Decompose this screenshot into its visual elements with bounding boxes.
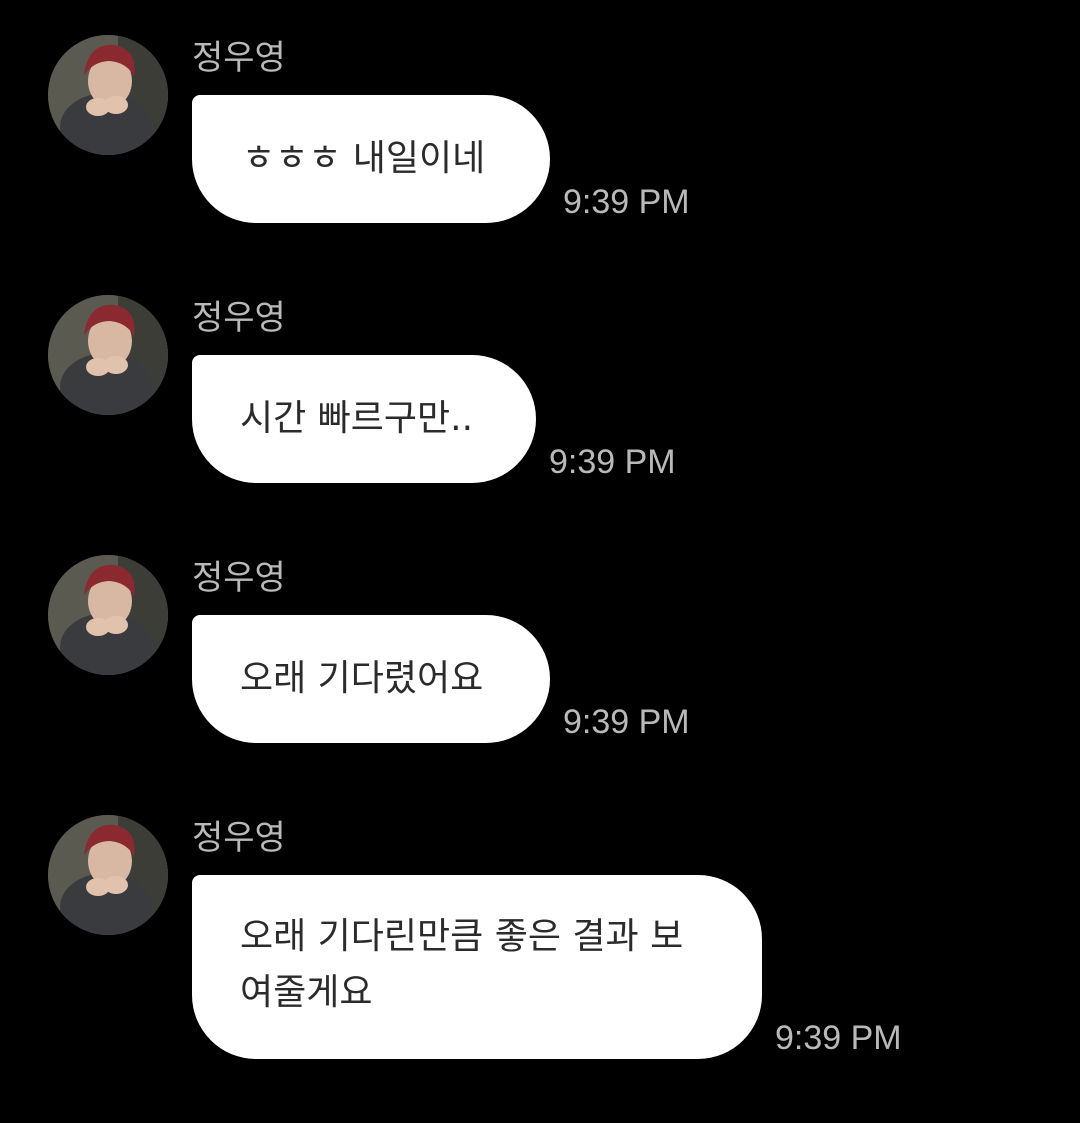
message-text: 오래 기다린만큼 좋은 결과 보 여줄게요	[240, 916, 684, 1013]
sender-name: 정우영	[192, 818, 286, 858]
message-bubble[interactable]: 오래 기다린만큼 좋은 결과 보 여줄게요	[192, 875, 762, 1059]
chat-view: 정우영 ㅎㅎㅎ 내일이네 9:39 PM 정우영 시간 빠르구만.. 9:39 …	[0, 0, 1080, 1123]
timestamp: 9:39 PM	[563, 703, 690, 741]
avatar[interactable]	[48, 815, 168, 935]
timestamp: 9:39 PM	[775, 1019, 902, 1057]
sender-name: 정우영	[192, 558, 286, 598]
message-text: 오래 기다렸어요	[240, 658, 484, 699]
message-bubble[interactable]: 시간 빠르구만..	[192, 355, 536, 483]
message-bubble[interactable]: ㅎㅎㅎ 내일이네	[192, 95, 550, 223]
message-text: ㅎㅎㅎ 내일이네	[242, 138, 486, 179]
avatar[interactable]	[48, 35, 168, 155]
timestamp: 9:39 PM	[563, 183, 690, 221]
avatar[interactable]	[48, 555, 168, 675]
avatar[interactable]	[48, 295, 168, 415]
sender-name: 정우영	[192, 298, 286, 338]
sender-name: 정우영	[192, 38, 286, 78]
timestamp: 9:39 PM	[549, 443, 676, 481]
message-bubble[interactable]: 오래 기다렸어요	[192, 615, 550, 743]
message-text: 시간 빠르구만..	[240, 398, 474, 439]
